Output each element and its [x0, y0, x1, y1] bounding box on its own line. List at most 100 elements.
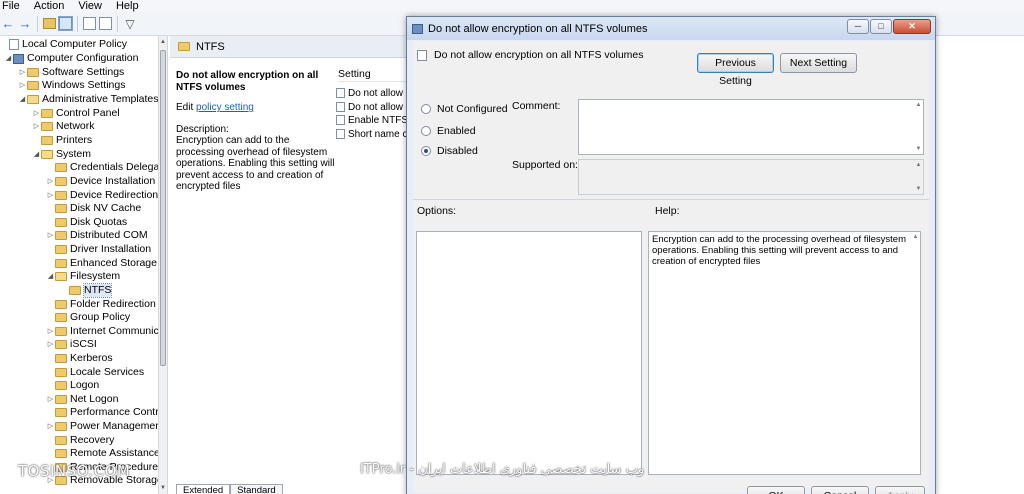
expand-icon[interactable]: ▷	[46, 229, 55, 242]
radio-button[interactable]	[421, 104, 431, 114]
tab-extended[interactable]: Extended	[176, 484, 231, 494]
tree-item-folder-redirection[interactable]: Folder Redirection	[46, 298, 156, 311]
tab-standard[interactable]: Standard	[230, 484, 283, 494]
tree-item-locale-services[interactable]: Locale Services	[46, 366, 144, 379]
export-icon[interactable]	[83, 17, 96, 30]
edit-policy-setting-link[interactable]: policy setting	[196, 102, 254, 113]
ok-button[interactable]: OK	[747, 486, 805, 494]
tree-item-disk-quotas[interactable]: Disk Quotas	[46, 216, 127, 229]
menu-action[interactable]: Action	[27, 0, 72, 12]
back-arrow-icon[interactable]: ←	[1, 16, 15, 31]
up-folder-icon[interactable]	[43, 18, 56, 29]
tree-item-label: Administrative Templates	[42, 93, 159, 105]
dialog-titlebar[interactable]: Do not allow encryption on all NTFS volu…	[407, 17, 935, 40]
tree-item-credentials-delegation[interactable]: Credentials Delegatio	[46, 161, 167, 174]
tree-item-performance-control[interactable]: Performance Control	[46, 406, 167, 419]
tree-item-remote-assistance[interactable]: Remote Assistance	[46, 447, 160, 460]
expand-icon[interactable]: ▷	[46, 175, 55, 188]
scroll-thumb[interactable]	[160, 50, 166, 366]
collapse-icon[interactable]: ◢	[4, 52, 13, 65]
radio-not-configured[interactable]: Not Configured	[421, 103, 508, 115]
supported-scrollbar[interactable]: ▲ ▼	[914, 160, 923, 194]
folder-icon	[55, 327, 67, 336]
expand-icon[interactable]: ▷	[18, 79, 27, 92]
setting-row[interactable]: Short name cr	[336, 127, 408, 141]
minimize-icon[interactable]: ─	[847, 19, 869, 34]
scroll-up-icon[interactable]: ▲	[914, 162, 923, 168]
tree-item-label: Performance Control	[70, 406, 167, 418]
tree-item-logon[interactable]: Logon	[46, 379, 99, 392]
tree-item-administrative-templates[interactable]: ◢ Administrative Templates	[18, 93, 159, 106]
radio-disabled[interactable]: Disabled	[421, 145, 478, 157]
scroll-up-icon[interactable]: ▲	[914, 102, 923, 108]
tree-item-kerberos[interactable]: Kerberos	[46, 352, 113, 365]
tree-item-power-management[interactable]: ▷ Power Management	[46, 420, 164, 433]
next-setting-button[interactable]: Next Setting	[780, 53, 857, 73]
radio-enabled[interactable]: Enabled	[421, 125, 476, 137]
tree-item-disk-nv-cache[interactable]: Disk NV Cache	[46, 202, 141, 215]
forward-arrow-icon[interactable]: →	[18, 16, 32, 31]
settings-column-header[interactable]: Setting	[338, 68, 408, 82]
collapse-icon[interactable]: ◢	[46, 270, 55, 283]
expand-icon[interactable]: ▷	[32, 107, 41, 120]
tree-item-control-panel[interactable]: ▷ Control Panel	[32, 107, 120, 120]
tree-item-device-installation[interactable]: ▷ Device Installation	[46, 175, 155, 188]
tree-item-windows-settings[interactable]: ▷ Windows Settings	[18, 79, 126, 92]
tree-item-distributed-com[interactable]: ▷ Distributed COM	[46, 229, 148, 242]
show-tree-icon[interactable]	[58, 16, 73, 31]
scroll-down-icon[interactable]: ▼	[914, 186, 923, 192]
expand-icon[interactable]: ▷	[18, 66, 27, 79]
tree-item-filesystem[interactable]: ◢ Filesystem	[46, 270, 120, 283]
previous-setting-button[interactable]: Previous Setting	[697, 53, 774, 87]
tree-item-internet-communication[interactable]: ▷ Internet Communica	[46, 325, 165, 338]
tree-item-device-redirection[interactable]: ▷ Device Redirection	[46, 189, 158, 202]
comment-scrollbar[interactable]: ▲ ▼	[914, 100, 923, 154]
tree-item-enhanced-storage-access[interactable]: Enhanced Storage Ac	[46, 257, 167, 270]
tree-item-computer-configuration[interactable]: ◢ Computer Configuration	[4, 52, 139, 65]
scroll-up-icon[interactable]: ▲	[159, 36, 167, 48]
menu-help[interactable]: Help	[109, 0, 146, 12]
properties-icon[interactable]	[99, 17, 112, 30]
close-icon[interactable]: ✕	[893, 19, 931, 34]
maximize-icon[interactable]: □	[870, 19, 892, 34]
menu-view[interactable]: View	[71, 0, 109, 12]
expand-icon[interactable]: ▷	[32, 120, 41, 133]
expand-icon[interactable]: ▷	[46, 189, 55, 202]
collapse-icon[interactable]: ◢	[32, 148, 41, 161]
menu-file[interactable]: File	[0, 0, 27, 12]
scroll-down-icon[interactable]: ▼	[159, 482, 167, 494]
setting-row[interactable]: Do not allow e	[336, 100, 408, 114]
scroll-up-icon[interactable]: ▲	[911, 234, 920, 240]
tree-item-ntfs[interactable]: NTFS	[60, 283, 113, 298]
folder-icon	[55, 313, 67, 322]
help-scrollbar[interactable]: ▲	[911, 232, 920, 474]
tree-item-net-logon[interactable]: ▷ Net Logon	[46, 393, 119, 406]
options-panel	[416, 231, 642, 475]
tree-item-group-policy[interactable]: Group Policy	[46, 311, 130, 324]
radio-button-selected[interactable]	[421, 146, 431, 156]
tree-item-network[interactable]: ▷ Network	[32, 120, 95, 133]
tree-item-iscsi[interactable]: ▷ iSCSI	[46, 338, 97, 351]
tree-scrollbar[interactable]: ▲ ▼	[158, 36, 167, 494]
tree-item-recovery[interactable]: Recovery	[46, 434, 114, 447]
expand-icon[interactable]: ▷	[46, 338, 55, 351]
tree-item-printers[interactable]: Printers	[32, 134, 92, 147]
expand-icon[interactable]: ▷	[46, 420, 55, 433]
tree-item-software-settings[interactable]: ▷ Software Settings	[18, 66, 125, 79]
setting-row[interactable]: Do not allow c	[336, 86, 408, 100]
tree-item-system[interactable]: ◢ System	[32, 148, 91, 161]
setting-row[interactable]: Enable NTFS p	[336, 113, 408, 127]
radio-button[interactable]	[421, 126, 431, 136]
filter-icon[interactable]: ▽	[123, 17, 137, 31]
cancel-button[interactable]: Cancel	[811, 486, 869, 494]
tree-item-local-computer-policy[interactable]: Local Computer Policy	[0, 38, 127, 51]
scroll-down-icon[interactable]: ▼	[914, 146, 923, 152]
apply-button[interactable]: Apply	[875, 486, 925, 494]
expand-icon[interactable]: ▷	[46, 325, 55, 338]
policy-description-panel: Do not allow encryption on all NTFS volu…	[176, 70, 336, 193]
comment-field[interactable]: ▲ ▼	[578, 99, 924, 155]
expand-icon[interactable]: ▷	[46, 393, 55, 406]
tree-item-driver-installation[interactable]: Driver Installation	[46, 243, 151, 256]
collapse-icon[interactable]: ◢	[18, 93, 27, 106]
options-label: Options:	[417, 205, 457, 217]
